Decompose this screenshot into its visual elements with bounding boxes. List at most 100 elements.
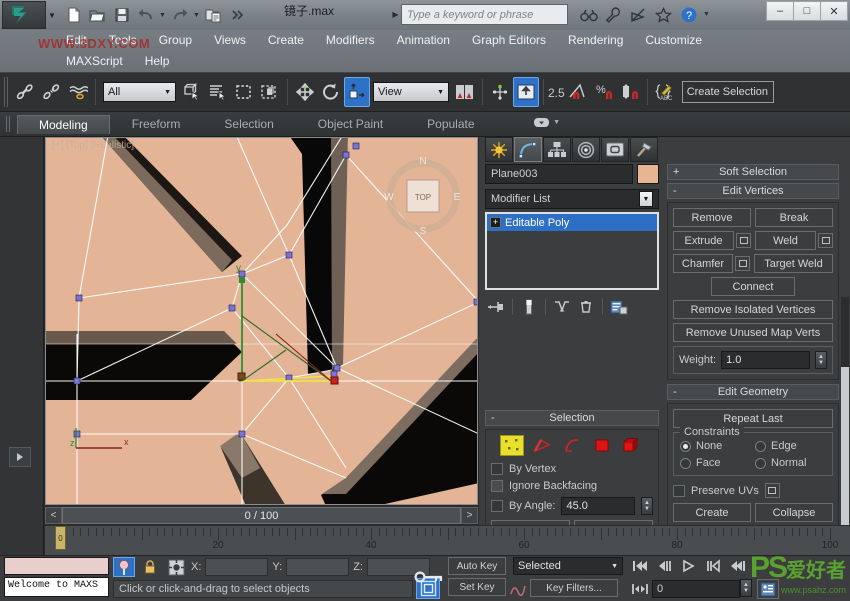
search-input[interactable]: Type a keyword or phrase [401,4,568,25]
edit-named-selection-sets-icon[interactable]: ABC [652,77,678,107]
save-file-icon[interactable] [110,4,133,26]
viewcube[interactable]: TOP N S E W [381,154,465,238]
menu-item-animation[interactable]: Animation [386,30,461,51]
bind-to-space-warp-icon[interactable] [65,77,91,107]
element-level-icon[interactable] [620,435,644,456]
vertex-level-icon[interactable] [500,435,524,456]
ignore-backfacing-row[interactable]: Ignore Backfacing [491,480,653,492]
set-key-toggle-button[interactable] [757,579,779,599]
by-angle-checkbox[interactable] [491,500,503,512]
edit-vertices-rollout-header[interactable]: - Edit Vertices [667,183,839,199]
viewport-label[interactable]: [+] [Top] [Realistic] [52,140,134,151]
remove-modifier-icon[interactable] [575,297,597,317]
close-button[interactable]: ✕ [820,1,848,21]
chamfer-settings-button[interactable] [735,256,750,271]
expand-icon[interactable]: + [490,217,501,228]
menu-item-edit[interactable]: Edit [55,30,98,51]
isolate-selection-icon[interactable] [165,557,187,577]
menu-item-graph-editors[interactable]: Graph Editors [461,30,557,51]
rollout-toggle-icon[interactable]: - [673,386,677,398]
preserve-uvs-row[interactable]: Preserve UVs [673,483,833,498]
object-color-swatch[interactable] [637,164,659,184]
connect-button[interactable]: Connect [711,277,795,296]
menu-item-group[interactable]: Group [148,30,203,51]
configure-modifier-sets-icon[interactable] [608,297,630,317]
weld-settings-button[interactable] [818,233,833,248]
undo-icon[interactable] [134,4,157,26]
extrude-settings-button[interactable] [736,233,751,248]
selection-rollout-header[interactable]: - Selection [485,410,659,426]
use-pivot-point-center-icon[interactable] [452,77,478,107]
current-frame-field[interactable]: 0 [652,580,740,598]
rollout-toggle-icon[interactable]: - [673,185,677,197]
weight-spinner[interactable]: ▲▼ [815,351,827,369]
maximize-button[interactable]: □ [793,1,821,21]
select-by-name-icon[interactable] [205,77,231,107]
set-key-curve-icon[interactable] [508,579,528,598]
key-filters-button[interactable]: Key Filters... [530,579,618,597]
minimize-button[interactable]: – [766,1,794,21]
border-level-icon[interactable] [560,435,584,456]
set-project-folder-icon[interactable] [202,4,225,26]
motion-tab[interactable] [572,137,600,162]
display-tab[interactable] [601,137,629,162]
named-selection-set-field[interactable]: Create Selection [682,81,774,103]
lock-selection-icon[interactable] [139,557,161,577]
angle-snap-toggle-icon[interactable] [565,77,591,107]
wrench-icon[interactable] [603,4,624,25]
expand-panel-button[interactable] [9,447,31,467]
star-icon[interactable] [653,4,674,25]
make-unique-icon[interactable] [551,297,573,317]
new-file-icon[interactable] [62,4,85,26]
weight-field[interactable]: 1.0 [721,351,810,369]
reference-coordinate-system-combo[interactable]: View ▼ [373,82,449,102]
rollout-toggle-icon[interactable]: - [491,412,495,424]
viewport-top[interactable]: y z x [+] [Top] [Realistic] TOP N [45,137,478,505]
modifier-stack-list[interactable]: + Editable Poly [485,212,659,290]
application-menu-button[interactable] [2,1,46,29]
percent-snap-toggle-icon[interactable]: % [591,77,617,107]
help-dropdown-icon[interactable]: ▼ [703,11,710,18]
set-key-button[interactable]: Set Key [448,578,506,596]
by-angle-spinner[interactable]: ▲▼ [641,497,653,515]
x-coord-field[interactable] [205,558,268,576]
time-slider-handle[interactable]: 0 [55,526,66,550]
rectangular-selection-region-icon[interactable] [231,77,257,107]
time-slider-prev-button[interactable]: < [45,507,62,524]
key-range-combo[interactable]: Selected ▼ [513,557,623,575]
next-frame-icon[interactable] [702,556,724,576]
modifier-stack-item-editable-poly[interactable]: + Editable Poly [487,214,657,231]
constraint-none-radio[interactable] [680,441,691,452]
application-menu-caret-icon[interactable]: ▼ [46,11,58,20]
tab-freeform[interactable]: Freeform [110,114,203,134]
track-bar[interactable]: 20406080100 0 [45,525,850,555]
satellite-dish-icon[interactable] [628,4,649,25]
menu-item-create[interactable]: Create [257,30,315,51]
rollout-toggle-icon[interactable]: + [673,166,679,178]
binoculars-icon[interactable] [578,4,599,25]
current-frame-spinner[interactable]: ▲▼ [740,579,752,597]
hierarchy-tab[interactable] [543,137,571,162]
extrude-button[interactable]: Extrude [673,231,734,250]
chamfer-button[interactable]: Chamfer [673,254,733,273]
select-and-move-icon[interactable] [292,77,318,107]
soft-selection-rollout-header[interactable]: + Soft Selection [667,164,839,180]
create-tab[interactable] [485,137,513,162]
play-animation-icon[interactable] [678,556,700,576]
ignore-backfacing-checkbox[interactable] [491,480,503,492]
object-name-field[interactable]: Plane003 [485,164,633,184]
polygon-level-icon[interactable] [590,435,614,456]
edit-geometry-rollout-header[interactable]: - Edit Geometry [667,384,839,400]
by-vertex-checkbox[interactable] [491,463,503,475]
qat-overflow-caret-icon[interactable]: ▶ [390,10,401,19]
absolute-relative-mode-icon[interactable] [113,557,135,577]
preserve-uvs-settings-button[interactable] [765,483,780,498]
select-and-scale-icon[interactable] [344,77,370,107]
window-crossing-icon[interactable] [257,77,283,107]
redo-icon[interactable] [168,4,191,26]
open-file-icon[interactable] [86,4,109,26]
tab-object-paint[interactable]: Object Paint [296,114,405,134]
create-button[interactable]: Create [673,503,751,522]
select-and-link-icon[interactable] [13,77,39,107]
menu-item-maxscript[interactable]: MAXScript [55,51,134,72]
